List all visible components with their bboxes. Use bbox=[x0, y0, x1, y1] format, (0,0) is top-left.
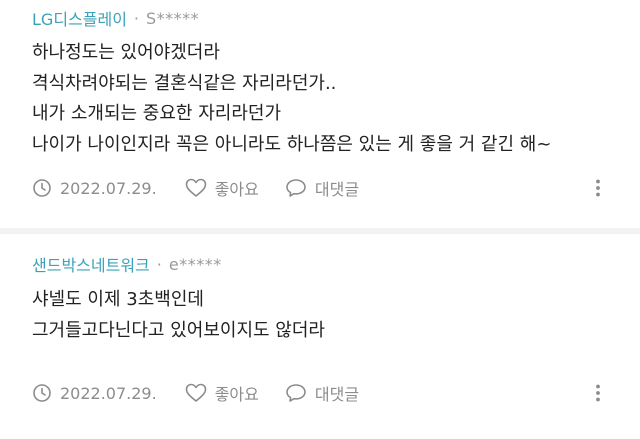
reply-button[interactable]: 대댓글 bbox=[285, 381, 359, 405]
more-dots-icon bbox=[596, 179, 600, 197]
comment-date: 2022.07.29. bbox=[32, 383, 157, 403]
comment-line: 하나정도는 있어야겠더라 bbox=[32, 42, 220, 63]
separator-dot: · bbox=[133, 8, 140, 28]
date-text: 2022.07.29. bbox=[60, 178, 157, 198]
like-button[interactable]: 좋아요 bbox=[185, 176, 259, 200]
comment-line: 나이가 나이인지라 꼭은 아니라도 하나쯤은 있는 게 좋을 거 같긴 해~ bbox=[32, 133, 552, 155]
date-text: 2022.07.29. bbox=[60, 383, 157, 403]
heart-icon bbox=[185, 383, 207, 402]
comment-line: 그거들고다닌다고 있어보이지도 않더라 bbox=[32, 319, 325, 341]
comment-line: 샤넬도 이제 3초백인데 bbox=[32, 289, 204, 310]
reply-label: 대댓글 bbox=[314, 180, 360, 199]
like-label: 좋아요 bbox=[214, 180, 259, 199]
speech-bubble-icon bbox=[286, 384, 306, 402]
username: e***** bbox=[168, 254, 222, 274]
comment-footer: 2022.07.29. 좋아요 대댓글 bbox=[32, 381, 608, 405]
comment-line: 격식차려야되는 결혼식같은 자리라던가.. bbox=[32, 72, 337, 94]
clock-icon bbox=[33, 179, 51, 197]
comment-item: LG디스플레이 · S***** 하나정도는 있어야겠더라 격식차려야되는 결혼… bbox=[0, 0, 640, 228]
reply-button[interactable]: 대댓글 bbox=[285, 176, 359, 200]
reply-label: 대댓글 bbox=[314, 385, 360, 404]
more-dots-icon bbox=[596, 384, 600, 402]
speech-bubble-icon bbox=[286, 179, 306, 197]
comment-header: 샌드박스네트워크 · e***** bbox=[32, 252, 222, 276]
comment-item: 샌드박스네트워크 · e***** 샤넬도 이제 3초백인데 그거들고다닌다고 … bbox=[0, 234, 640, 439]
company-name[interactable]: 샌드박스네트워크 bbox=[32, 252, 150, 276]
comment-text: 하나정도는 있어야겠더라 격식차려야되는 결혼식같은 자리라던가.. 내가 소개… bbox=[32, 38, 551, 160]
comment-text: 샤넬도 이제 3초백인데 그거들고다닌다고 있어보이지도 않더라 bbox=[32, 285, 325, 346]
like-button[interactable]: 좋아요 bbox=[185, 381, 259, 405]
comment-footer: 2022.07.29. 좋아요 대댓글 bbox=[32, 176, 608, 200]
comment-line: 내가 소개되는 중요한 자리라던가 bbox=[32, 103, 282, 124]
heart-icon bbox=[185, 178, 207, 197]
company-name[interactable]: LG디스플레이 bbox=[32, 6, 127, 30]
more-options-button[interactable] bbox=[588, 178, 608, 198]
clock-icon bbox=[33, 384, 51, 402]
comment-header: LG디스플레이 · S***** bbox=[32, 6, 199, 30]
separator-dot: · bbox=[156, 254, 162, 274]
more-options-button[interactable] bbox=[588, 383, 608, 403]
comment-date: 2022.07.29. bbox=[32, 178, 157, 198]
username: S***** bbox=[146, 8, 200, 28]
like-label: 좋아요 bbox=[214, 385, 259, 404]
